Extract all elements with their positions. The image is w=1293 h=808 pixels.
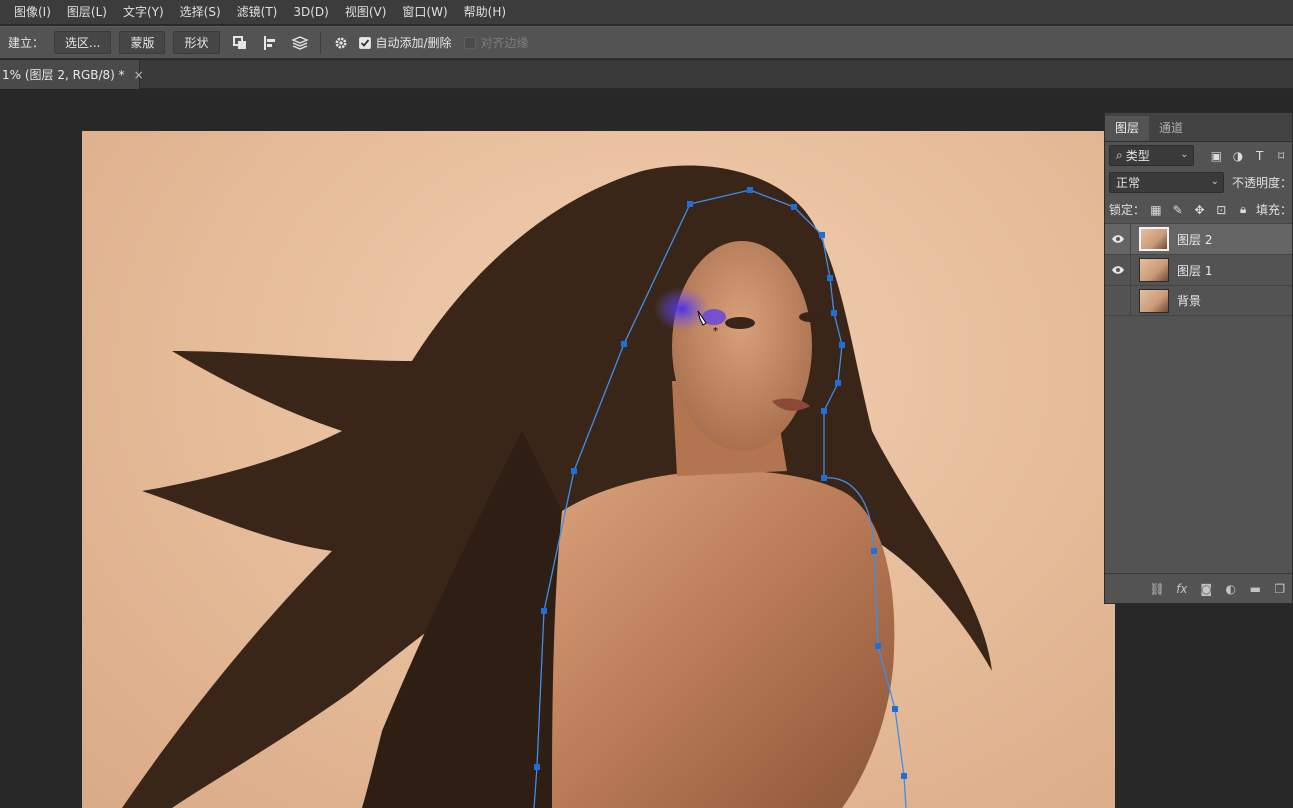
- menu-help[interactable]: 帮助(H): [456, 0, 514, 25]
- align-edges-checkbox[interactable]: [463, 36, 476, 49]
- make-mask-button[interactable]: 蒙版: [119, 31, 166, 54]
- blend-row: 正常 ⌄ 不透明度：: [1105, 169, 1292, 196]
- type-filter-icon[interactable]: T: [1249, 146, 1271, 166]
- document-tab-bar: 1% (图层 2, RGB/8) * ×: [0, 60, 1293, 89]
- new-layer-icon[interactable]: ❐: [1268, 579, 1293, 599]
- mask-icon[interactable]: ◙: [1194, 579, 1219, 599]
- photoshop-window: 图像(I) 图层(L) 文字(Y) 选择(S) 滤镜(T) 3D(D) 视图(V…: [0, 0, 1293, 808]
- layer-name[interactable]: 背景: [1177, 292, 1201, 309]
- chevron-down-icon: ⌄: [1210, 176, 1219, 187]
- chevron-down-icon: ⌄: [1180, 149, 1189, 160]
- menu-image[interactable]: 图像(I): [6, 0, 59, 25]
- make-shape-button[interactable]: 形状: [173, 31, 220, 54]
- lock-move-icon[interactable]: ✥: [1189, 200, 1211, 220]
- search-icon: ⌕: [1116, 148, 1123, 162]
- photo-illustration: *: [122, 165, 992, 808]
- adjustment-filter-icon[interactable]: ◑: [1227, 146, 1249, 166]
- layer-name[interactable]: 图层 2: [1177, 231, 1212, 248]
- align-edges-label[interactable]: 对齐边缘: [481, 34, 529, 51]
- lock-row: 锁定： ▦ ✎ ✥ ⊡ 🔒︎ 填充：: [1105, 196, 1292, 223]
- menu-bar: 图像(I) 图层(L) 文字(Y) 选择(S) 滤镜(T) 3D(D) 视图(V…: [0, 0, 1293, 25]
- blend-mode-value: 正常: [1116, 176, 1141, 190]
- canvas-area[interactable]: *: [0, 90, 1293, 808]
- fx-icon[interactable]: fx: [1170, 579, 1195, 599]
- eye-icon[interactable]: [1105, 223, 1131, 255]
- menu-view[interactable]: 视图(V): [337, 0, 395, 25]
- visibility-toggle[interactable]: [1105, 285, 1131, 316]
- auto-add-delete-checkbox[interactable]: [358, 36, 371, 49]
- make-label: 建立：: [8, 36, 45, 50]
- opacity-label: 不透明度：: [1231, 176, 1292, 190]
- menu-type[interactable]: 文字(Y): [115, 0, 172, 25]
- lock-artboard-icon[interactable]: ⊡: [1210, 200, 1232, 220]
- layer-row[interactable]: 图层 1: [1105, 254, 1292, 286]
- panel-tab-strip: 图层 通道: [1105, 113, 1292, 142]
- layer-row[interactable]: 背景: [1105, 285, 1292, 316]
- layer-name[interactable]: 图层 1: [1177, 262, 1212, 279]
- tab-layers[interactable]: 图层: [1105, 116, 1150, 141]
- svg-text:*: *: [713, 326, 718, 337]
- path-alignment-icon[interactable]: [258, 32, 282, 54]
- layer-thumbnail: [1139, 288, 1169, 313]
- adjustment-layer-icon[interactable]: ◐: [1219, 579, 1244, 599]
- shape-filter-icon[interactable]: ⌑: [1270, 146, 1292, 166]
- menu-3d[interactable]: 3D(D): [285, 0, 336, 25]
- menu-window[interactable]: 窗口(W): [394, 0, 455, 25]
- path-operations-icon[interactable]: [228, 32, 252, 54]
- gear-icon[interactable]: [329, 32, 353, 54]
- tab-channels[interactable]: 通道: [1149, 116, 1193, 141]
- folder-icon[interactable]: ▬: [1243, 579, 1268, 599]
- menu-select[interactable]: 选择(S): [172, 0, 229, 25]
- layer-row[interactable]: 图层 2: [1105, 223, 1292, 255]
- document-tab[interactable]: 1% (图层 2, RGB/8) * ×: [0, 60, 144, 89]
- layer-filter-value: 类型: [1125, 149, 1150, 163]
- options-bar: 建立： 选区... 蒙版 形状 自动添加/删除 对齐边缘: [0, 26, 1293, 59]
- document-canvas[interactable]: *: [82, 131, 1115, 808]
- lock-paint-icon[interactable]: ✎: [1167, 200, 1189, 220]
- fill-label: 填充：: [1256, 203, 1293, 217]
- layer-thumbnail: [1139, 258, 1169, 282]
- layer-thumbnail: [1139, 227, 1169, 251]
- menu-layer[interactable]: 图层(L): [59, 0, 115, 25]
- lock-all-icon[interactable]: 🔒︎: [1232, 200, 1254, 220]
- make-selection-button[interactable]: 选区...: [54, 31, 112, 54]
- document-tab-title: 1% (图层 2, RGB/8) *: [2, 68, 125, 82]
- layers-panel-footer: ⛓ fx ◙ ◐ ▬ ❐: [1105, 573, 1292, 603]
- options-separator: [319, 31, 321, 54]
- auto-add-delete-label[interactable]: 自动添加/删除: [376, 34, 452, 51]
- blend-mode-select[interactable]: 正常 ⌄: [1109, 172, 1224, 193]
- filter-row: ⌕ 类型 ⌄ ▣ ◑ T ⌑: [1105, 142, 1292, 169]
- layers-panel: 图层 通道 ⌕ 类型 ⌄ ▣ ◑ T ⌑ 正常 ⌄ 不透明度： 锁定： ▦ ✎: [1104, 112, 1293, 604]
- menu-filter[interactable]: 滤镜(T): [229, 0, 286, 25]
- image-filter-icon[interactable]: ▣: [1206, 146, 1228, 166]
- close-icon[interactable]: ×: [134, 68, 144, 82]
- link-icon[interactable]: ⛓: [1145, 579, 1170, 599]
- lock-label: 锁定：: [1109, 203, 1146, 217]
- path-arrangement-icon[interactable]: [288, 32, 312, 54]
- lock-transparent-icon[interactable]: ▦: [1145, 200, 1167, 220]
- layer-filter-select[interactable]: ⌕ 类型 ⌄: [1109, 145, 1194, 166]
- eye-icon[interactable]: [1105, 254, 1131, 286]
